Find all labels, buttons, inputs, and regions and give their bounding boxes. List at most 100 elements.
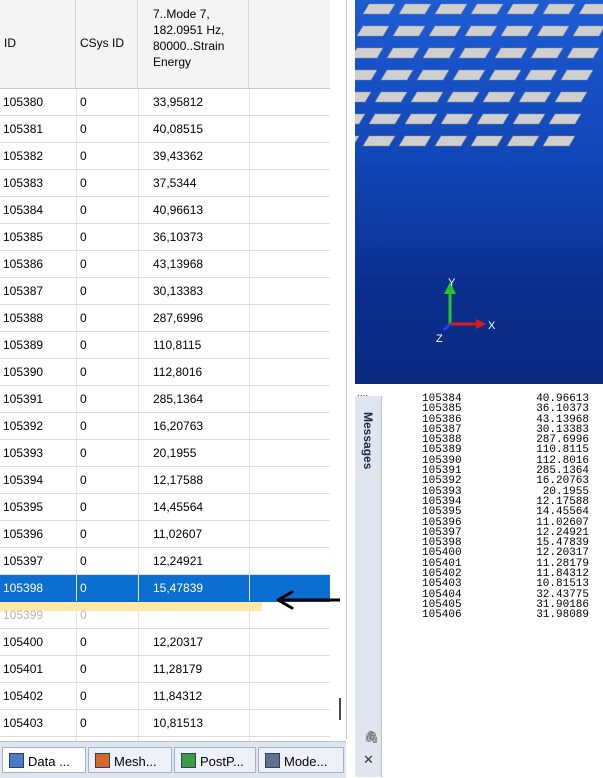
cell-id: 105397	[3, 554, 44, 568]
cell-csys-id: 0	[80, 446, 87, 460]
cell-id: 105384	[3, 203, 44, 217]
table-row[interactable]: 105396 0 11,02607	[0, 521, 330, 548]
column-header-id[interactable]: ID	[0, 0, 76, 88]
tab-mesh[interactable]: Mesh...	[88, 747, 172, 773]
messages-side-tab[interactable]: Messages 🖇 ✕	[355, 396, 382, 777]
column-divider	[249, 170, 250, 196]
mesh-element	[512, 113, 546, 125]
table-row[interactable]: 105380 0 33,95812	[0, 89, 330, 116]
table-row[interactable]: 105401 0 11,28179	[0, 656, 330, 683]
column-divider	[249, 359, 250, 385]
mesh-element	[398, 135, 432, 147]
cell-csys-id: 0	[80, 257, 87, 271]
axis-z-label: Z	[436, 333, 443, 345]
table-row[interactable]: 105393 0 20,1955	[0, 440, 330, 467]
column-divider	[76, 548, 77, 574]
tab-postprocessing[interactable]: PostP...	[174, 747, 256, 773]
table-icon	[9, 753, 24, 768]
cell-strain-energy: 11,02607	[153, 527, 203, 541]
column-divider	[76, 197, 77, 223]
table-row[interactable]: 105386 0 43,13968	[0, 251, 330, 278]
cell-csys-id: 0	[80, 608, 87, 622]
tab-label: Data ...	[28, 754, 70, 769]
column-divider	[76, 278, 77, 304]
cell-id: 105396	[3, 527, 44, 541]
tab-model[interactable]: Mode...	[258, 747, 344, 773]
table-row[interactable]: 105389 0 110,8115	[0, 332, 330, 359]
table-row[interactable]: 105397 0 12,24921	[0, 548, 330, 575]
table-row[interactable]: 105402 0 11,84312	[0, 683, 330, 710]
mesh-element	[392, 25, 426, 37]
mesh-icon	[95, 753, 110, 768]
table-row[interactable]: 105390 0 112,8016	[0, 359, 330, 386]
column-divider	[249, 602, 250, 628]
column-divider	[138, 656, 139, 682]
table-row[interactable]: 105384 0 40,96613	[0, 197, 330, 224]
cell-csys-id: 0	[80, 419, 87, 433]
mesh-element	[458, 47, 492, 59]
column-divider	[249, 197, 250, 223]
cell-id: 105403	[3, 716, 44, 730]
mesh-element	[362, 135, 396, 147]
message-line: 105406 31.98089	[392, 609, 603, 622]
cell-csys-id: 0	[80, 527, 87, 541]
table-row[interactable]: 105400 0 12,20317	[0, 629, 330, 656]
column-divider	[138, 521, 139, 547]
column-divider	[249, 143, 250, 169]
column-header-csys-id[interactable]: CSys ID	[76, 0, 138, 88]
mesh-element	[355, 135, 360, 144]
table-row[interactable]: 105383 0 37,5344	[0, 170, 330, 197]
mesh-element	[422, 47, 456, 59]
column-divider	[76, 413, 77, 439]
table-row[interactable]: 105382 0 39,43362	[0, 143, 330, 170]
column-divider	[249, 224, 250, 250]
table-row[interactable]: 105381 0 40,08515	[0, 116, 330, 143]
table-row[interactable]: 105403 0 10,81513	[0, 710, 330, 737]
column-header-strain-energy[interactable]: 7..Mode 7, 182.0951 Hz, 80000..Strain En…	[138, 0, 249, 88]
arrow-left-icon	[276, 590, 340, 610]
cell-csys-id: 0	[80, 365, 87, 379]
cell-csys-id: 0	[80, 689, 87, 703]
close-icon[interactable]: ✕	[363, 752, 374, 768]
cell-id: 105382	[3, 149, 44, 163]
column-divider	[76, 143, 77, 169]
message-node-id: 105406	[422, 609, 462, 622]
table-row[interactable]: 105392 0 16,20763	[0, 413, 330, 440]
column-divider	[76, 440, 77, 466]
cell-csys-id: 0	[80, 203, 87, 217]
vertical-scrollbar[interactable]	[339, 698, 341, 720]
cell-id: 105388	[3, 311, 44, 325]
mesh-element	[355, 113, 366, 125]
table-row[interactable]: 105395 0 14,45564	[0, 494, 330, 521]
cell-csys-id: 0	[80, 149, 87, 163]
column-divider	[138, 170, 139, 196]
mesh-element	[518, 91, 552, 103]
cell-strain-energy: 43,13968	[153, 257, 204, 271]
mesh-element	[452, 69, 486, 81]
tab-data[interactable]: Data ...	[2, 747, 86, 773]
mesh-element	[398, 3, 432, 15]
cell-strain-energy: 16,20763	[153, 419, 204, 433]
tab-label: PostP...	[200, 754, 244, 769]
mesh-element	[572, 25, 603, 37]
cell-id: 105390	[3, 365, 44, 379]
table-row[interactable]: 105385 0 36,10373	[0, 224, 330, 251]
column-divider	[138, 494, 139, 520]
table-row[interactable]: 105394 0 12,17588	[0, 467, 330, 494]
table-row[interactable]: 105391 0 285,1364	[0, 386, 330, 413]
column-divider	[76, 224, 77, 250]
table-row[interactable]: 105388 0 287,6996	[0, 305, 330, 332]
cell-csys-id: 0	[80, 581, 87, 595]
table-row[interactable]: 105387 0 30,13383	[0, 278, 330, 305]
pin-icon[interactable]: 🖇	[364, 730, 379, 744]
column-divider	[138, 548, 139, 574]
column-divider	[138, 305, 139, 331]
messages-title[interactable]: Messages	[361, 412, 375, 469]
cell-strain-energy: 11,28179	[153, 662, 203, 676]
column-divider	[138, 224, 139, 250]
cell-id: 105393	[3, 446, 44, 460]
mesh-element	[506, 135, 540, 147]
axis-y-label: Y	[448, 277, 456, 289]
messages-log: 105384 40.96613 105385 36.10373 105386 43.139…	[392, 393, 603, 622]
mesh-element	[530, 47, 564, 59]
